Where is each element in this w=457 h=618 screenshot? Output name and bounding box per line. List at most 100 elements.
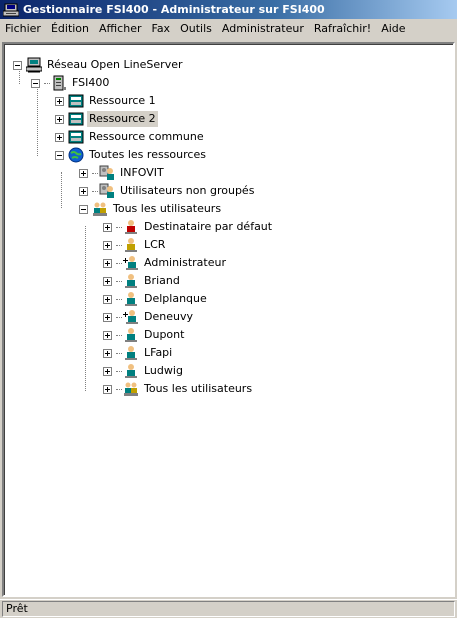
tree-label: Deneuvy [144, 310, 193, 323]
tree-node-user[interactable]: Delplanque [103, 290, 209, 308]
tree-node-user[interactable]: Destinataire par défaut [103, 218, 274, 236]
tree-label: INFOVIT [120, 166, 164, 179]
default-recipient-icon [123, 219, 139, 235]
expand-toggle[interactable] [55, 114, 64, 124]
menu-administrateur[interactable]: Administrateur [217, 20, 309, 38]
tree-label: Briand [144, 274, 180, 287]
expand-toggle[interactable] [79, 168, 88, 178]
tree-node-infovit[interactable]: INFOVIT [79, 164, 166, 182]
status-bar: Prêt [0, 599, 457, 618]
tree-content: Réseau Open LineServer FSI400 Ressource … [4, 44, 453, 595]
network-icon [26, 57, 42, 73]
expand-toggle[interactable] [55, 96, 64, 106]
expand-toggle[interactable] [79, 186, 88, 196]
tree-node-ressource-2[interactable]: Ressource 2 [55, 110, 158, 128]
menu-bar: Fichier Édition Afficher Fax Outils Admi… [0, 19, 457, 39]
group-icon [99, 183, 115, 199]
title-bar[interactable]: Gestionnaire FSI400 - Administrateur sur… [0, 0, 457, 19]
admin-user-icon [123, 255, 139, 271]
tree-connector [116, 298, 122, 300]
user-icon [123, 345, 139, 361]
tree-connector [116, 226, 122, 228]
fax-resource-icon [68, 93, 84, 109]
menu-fax[interactable]: Fax [147, 20, 176, 38]
tree-connector [116, 262, 122, 264]
user-icon [123, 363, 139, 379]
tree-node-ressource-1[interactable]: Ressource 1 [55, 92, 158, 110]
expand-toggle[interactable] [103, 294, 112, 304]
tree-connector [116, 316, 122, 318]
fax-resource-icon [68, 111, 84, 127]
expand-toggle[interactable] [103, 222, 112, 232]
tree-connector [116, 352, 122, 354]
tree-node-user[interactable]: Administrateur [103, 254, 228, 272]
tree-label: Toutes les ressources [89, 148, 206, 161]
menu-afficher[interactable]: Afficher [94, 20, 146, 38]
tree-connector [116, 388, 122, 390]
tree-label: Ludwig [144, 364, 183, 377]
tree-label: LCR [144, 238, 166, 251]
tree-connector [92, 190, 98, 192]
tree-node-user[interactable]: Briand [103, 272, 182, 290]
collapse-toggle[interactable] [31, 78, 40, 88]
tree-label-selected: Ressource 2 [87, 111, 158, 127]
tree-node-ressource-commune[interactable]: Ressource commune [55, 128, 206, 146]
tree-node-root[interactable]: Réseau Open LineServer [13, 56, 185, 74]
tree-connector [116, 280, 122, 282]
expand-toggle[interactable] [103, 240, 112, 250]
globe-icon [68, 147, 84, 163]
tree-label: FSI400 [72, 76, 110, 89]
expand-toggle[interactable] [103, 258, 112, 268]
tree-node-user-group[interactable]: Tous les utilisateurs [103, 380, 254, 398]
tree-node-user[interactable]: LCR [103, 236, 167, 254]
tree-connector [44, 82, 50, 84]
tree-node-user[interactable]: Deneuvy [103, 308, 195, 326]
collapse-toggle[interactable] [55, 150, 64, 160]
menu-fichier[interactable]: Fichier [2, 20, 46, 38]
tree-label: LFapi [144, 346, 173, 359]
expand-toggle[interactable] [55, 132, 64, 142]
tree-connector [92, 172, 98, 174]
expand-toggle[interactable] [103, 366, 112, 376]
tree-label: Ressource commune [89, 130, 204, 143]
tree-node-server[interactable]: FSI400 [31, 74, 111, 92]
server-icon [51, 75, 67, 91]
tree-connector [116, 370, 122, 372]
menu-outils[interactable]: Outils [175, 20, 217, 38]
tree-node-user[interactable]: LFapi [103, 344, 174, 362]
expand-toggle[interactable] [103, 348, 112, 358]
user-icon [123, 273, 139, 289]
fax-resource-icon [68, 129, 84, 145]
expand-toggle[interactable] [103, 384, 112, 394]
users-group-icon [123, 381, 139, 397]
group-icon [99, 165, 115, 181]
menu-aide[interactable]: Aide [376, 20, 410, 38]
users-group-icon [92, 201, 108, 217]
tree-label: Dupont [144, 328, 185, 341]
tree-connector [116, 334, 122, 336]
tree-label: Tous les utilisateurs [113, 202, 222, 215]
status-text: Prêt [2, 601, 455, 617]
expand-toggle[interactable] [103, 330, 112, 340]
tree-node-all-users[interactable]: Tous les utilisateurs [79, 200, 223, 218]
collapse-toggle[interactable] [79, 204, 88, 214]
tree-label: Delplanque [144, 292, 207, 305]
menu-rafraichir[interactable]: Rafraîchir! [309, 20, 376, 38]
tree-connector [37, 82, 38, 156]
expand-toggle[interactable] [103, 312, 112, 322]
tree-label: Ressource 1 [89, 94, 156, 107]
tree-node-ungrouped-users[interactable]: Utilisateurs non groupés [79, 182, 256, 200]
tree-connector [85, 226, 86, 391]
tree-node-user[interactable]: Dupont [103, 326, 186, 344]
tree-node-all-resources[interactable]: Toutes les ressources [55, 146, 208, 164]
tree-label: Administrateur [144, 256, 226, 269]
tree-label: Destinataire par défaut [144, 220, 273, 233]
expand-toggle[interactable] [103, 276, 112, 286]
tree-connector [116, 244, 122, 246]
tree-view[interactable]: Réseau Open LineServer FSI400 Ressource … [2, 42, 455, 597]
collapse-toggle[interactable] [13, 60, 22, 70]
tree-node-user[interactable]: Ludwig [103, 362, 185, 380]
menu-edition[interactable]: Édition [46, 20, 94, 38]
user-icon [123, 291, 139, 307]
fax-server-icon [2, 3, 20, 17]
